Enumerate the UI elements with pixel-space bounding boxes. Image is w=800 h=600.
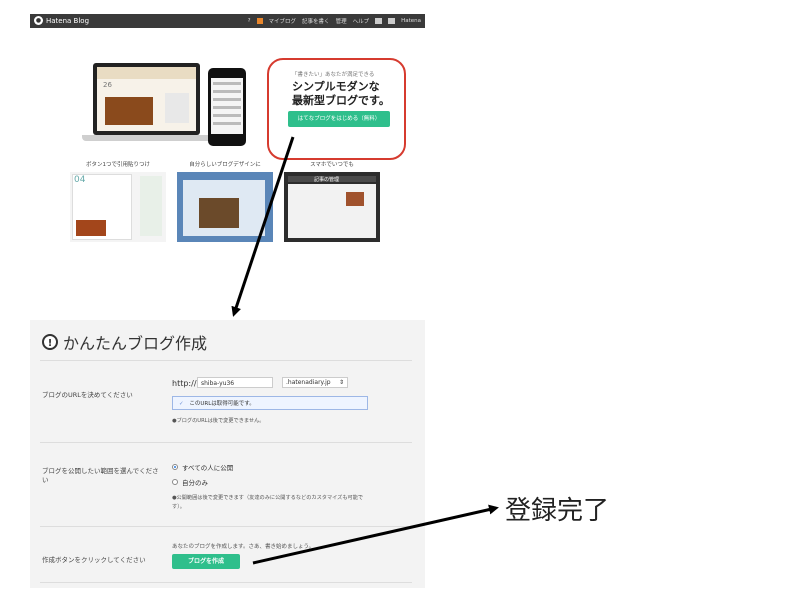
done-label: 登録完了 xyxy=(505,496,610,526)
arrow-to-form xyxy=(231,136,295,317)
annotation-arrows xyxy=(231,136,499,565)
arrow-to-done xyxy=(252,504,499,565)
